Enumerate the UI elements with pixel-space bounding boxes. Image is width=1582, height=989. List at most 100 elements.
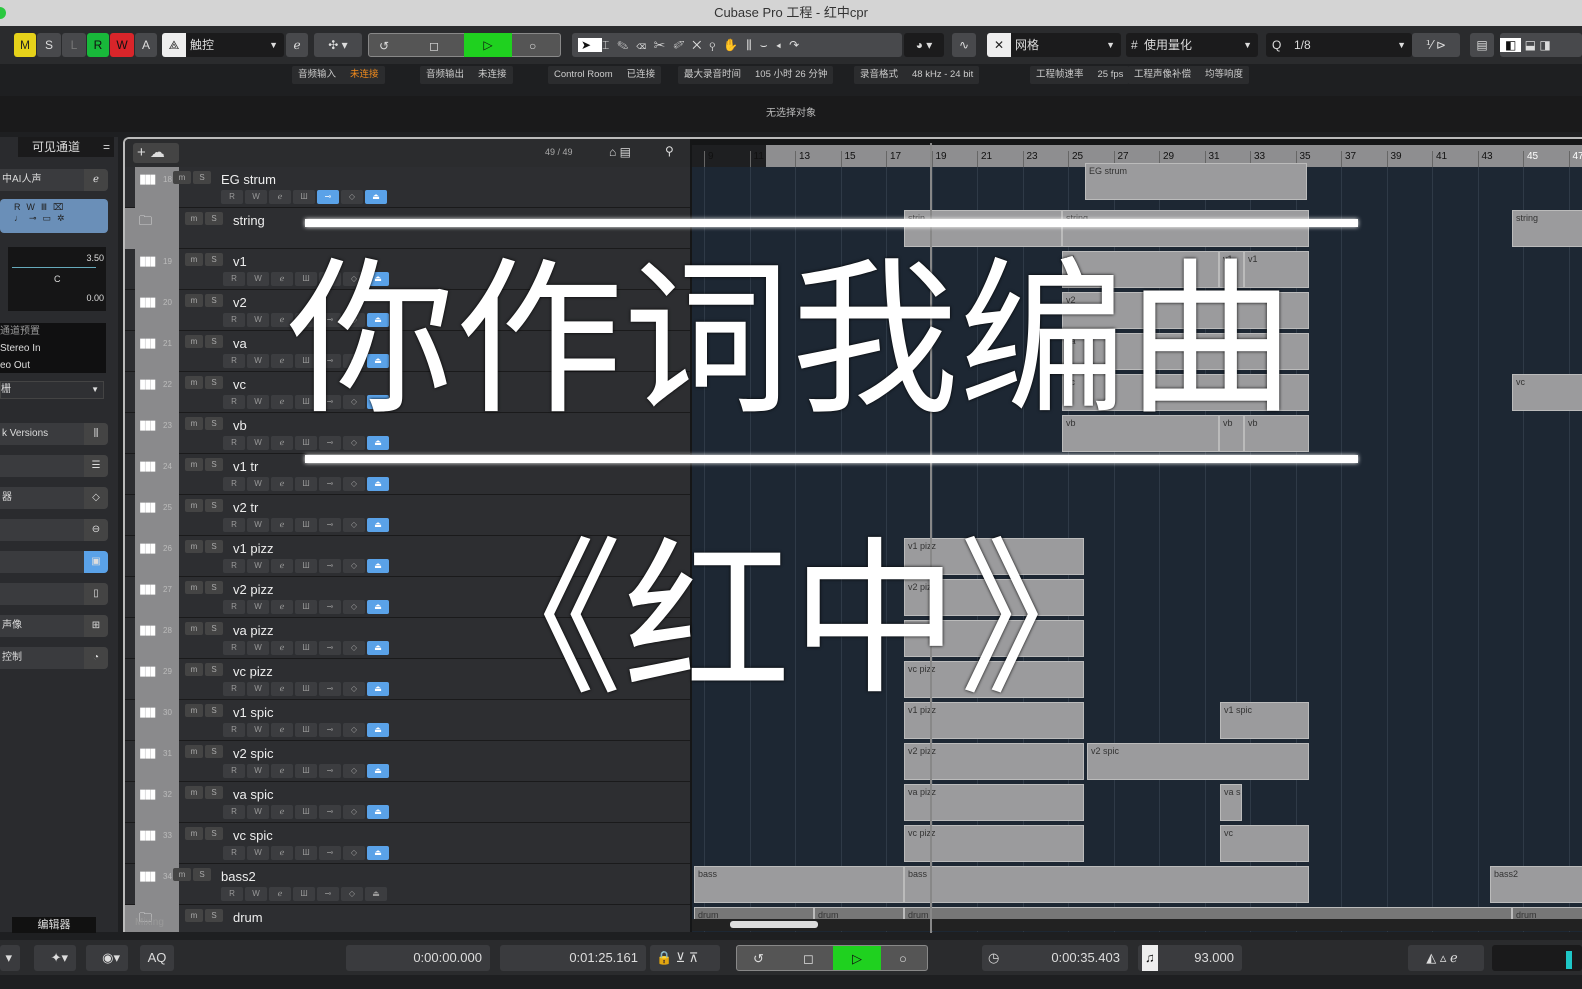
event-part[interactable]: EG strum — [1085, 163, 1307, 200]
track-control-button[interactable]: ⏏ — [367, 846, 389, 860]
track-control-button[interactable]: ◇ — [343, 436, 365, 450]
track-control-buttons[interactable]: RWⅢ⌧ ♩⊸▭✲ — [0, 199, 108, 233]
track-control-button[interactable]: Ш — [293, 190, 315, 204]
track-control-button[interactable]: W — [247, 805, 269, 819]
track-control-button[interactable]: R — [223, 477, 245, 491]
metronome-dropdown[interactable]: ◉▾ — [86, 945, 128, 971]
mute-all-button[interactable]: M — [14, 33, 36, 57]
track-control-button[interactable]: R — [223, 805, 245, 819]
track-bass2[interactable]: ▮▮▮ 34 m Sbass2 R Wℯ Ш ⊸ ◇ ⏏ — [125, 864, 690, 905]
track-va-spic[interactable]: ▮▮▮ 32 m Sva spic R Wℯ Ш ⊸ ◇ ⏏ — [125, 782, 690, 823]
track-control-button[interactable]: R — [223, 764, 245, 778]
pointer-tool-icon[interactable]: ➤ — [578, 38, 603, 52]
window-zoom-button[interactable] — [0, 7, 6, 19]
quantize-value-dropdown[interactable]: Q 1/8 ▼ — [1266, 33, 1412, 57]
event-part[interactable]: bass — [904, 866, 1309, 903]
track-control-button[interactable]: Ш — [295, 805, 317, 819]
track-control-button[interactable]: Ш — [295, 436, 317, 450]
mute-button[interactable]: m — [185, 745, 203, 758]
listen-button[interactable]: L — [62, 33, 86, 57]
mute-button[interactable]: m — [185, 458, 203, 471]
mute-button[interactable]: m — [185, 499, 203, 512]
track-control-button[interactable]: ℯ — [269, 887, 291, 901]
inspector-track-name[interactable]: 中AI人声 ℯ — [0, 169, 108, 191]
scrollbar-thumb[interactable] — [730, 921, 818, 928]
solo-button[interactable]: S — [205, 827, 223, 840]
track-control-button[interactable]: ⏏ — [367, 723, 389, 737]
section-icon[interactable]: ☰ — [84, 455, 108, 477]
track-control-button[interactable]: R — [221, 190, 243, 204]
write-automation-button[interactable]: W — [110, 33, 134, 57]
edit-icon-button[interactable]: ℯ — [286, 33, 308, 57]
solo-button[interactable]: S — [37, 33, 61, 57]
inspector-section[interactable]: ☰ — [0, 455, 108, 477]
menu-icon[interactable]: = — [103, 137, 110, 157]
automation-a-button[interactable]: A — [135, 33, 157, 57]
track-vc-spic[interactable]: ▮▮▮ 33 m Svc spic R Wℯ Ш ⊸ ◇ ⏏ — [125, 823, 690, 864]
mute-button[interactable]: m — [185, 212, 203, 225]
track-control-button[interactable]: W — [247, 723, 269, 737]
audio-dropdown[interactable]: ✦▾ — [34, 945, 76, 971]
section-icon[interactable]: ◇ — [84, 487, 108, 509]
track-control-button[interactable]: ◇ — [343, 846, 365, 860]
track-control-button[interactable]: ℯ — [269, 190, 291, 204]
read-automation-button[interactable]: R — [87, 33, 109, 57]
solo-button[interactable]: S — [205, 909, 223, 922]
track-control-button[interactable]: R — [221, 887, 243, 901]
mute-button[interactable]: m — [173, 171, 191, 184]
track-control-button[interactable]: ◇ — [343, 764, 365, 778]
track-control-button[interactable]: ℯ — [271, 723, 293, 737]
quantize-tools-button[interactable]: ⅟ ⊳ — [1412, 33, 1460, 57]
record-icon[interactable]: ○ — [899, 946, 907, 972]
event-part[interactable]: bass2 — [1490, 866, 1582, 903]
solo-button[interactable]: S — [205, 458, 223, 471]
aq-button[interactable]: AQ — [140, 945, 174, 971]
track-control-button[interactable]: ⊸ — [319, 477, 341, 491]
automation-mode-dropdown[interactable]: ⟁ 触控 ▼ — [162, 33, 284, 57]
track-control-button[interactable]: W — [247, 477, 269, 491]
track-control-button[interactable]: ℯ — [271, 805, 293, 819]
track-control-button[interactable]: W — [247, 846, 269, 860]
track-control-button[interactable]: ℯ — [271, 436, 293, 450]
quantize-mode-dropdown[interactable]: # 使用量化 ▼ — [1126, 33, 1258, 57]
metronome-buttons[interactable]: ◭ ▵ ℯ — [1408, 945, 1484, 971]
track-control-button[interactable]: ⏏ — [367, 764, 389, 778]
solo-button[interactable]: S — [193, 171, 211, 184]
track-control-button[interactable]: ⊸ — [319, 436, 341, 450]
track-control-button[interactable]: ⊸ — [317, 190, 339, 204]
inspector-section[interactable]: 器 ◇ — [0, 487, 108, 509]
solo-button[interactable]: S — [205, 786, 223, 799]
keyboard-icon-button[interactable]: ▤ — [1470, 33, 1494, 57]
stop-icon[interactable]: ◻ — [429, 34, 439, 58]
track-control-button[interactable]: R — [223, 846, 245, 860]
track-control-button[interactable]: ℯ — [271, 846, 293, 860]
track-control-button[interactable]: ⏏ — [367, 477, 389, 491]
track-drum[interactable]: 🗀 m Sdrum — [125, 905, 690, 932]
track-visibility-icons[interactable]: ⌂ ▤ — [609, 145, 631, 159]
track-control-button[interactable]: ⊸ — [319, 764, 341, 778]
track-EG-strum[interactable]: ▮▮▮ 18 m S EG strum R Wℯ Ш ⊸ ◇ ⏏ — [125, 167, 690, 208]
track-control-button[interactable]: ◇ — [341, 887, 363, 901]
track-control-button[interactable]: ⊸ — [319, 805, 341, 819]
constrain-delay-button[interactable]: ✣ ▾ — [314, 33, 362, 57]
track-control-button[interactable]: ◇ — [343, 805, 365, 819]
track-control-button[interactable]: ⏏ — [367, 436, 389, 450]
event-part[interactable]: v2 spic — [1087, 743, 1309, 780]
track-control-button[interactable]: Ш — [295, 764, 317, 778]
mute-button[interactable]: m — [173, 868, 191, 881]
snap-type-dropdown[interactable]: ✕ 网格 ▼ — [987, 33, 1121, 57]
left-zone-icon[interactable]: ◧ — [1500, 38, 1522, 52]
solo-button[interactable]: S — [205, 745, 223, 758]
event-part[interactable]: bass — [694, 866, 904, 903]
track-control-button[interactable]: W — [245, 190, 267, 204]
edit-instrument-icon[interactable]: ℯ — [84, 169, 108, 191]
track-control-button[interactable]: ⊸ — [319, 846, 341, 860]
primary-time-display[interactable]: ◷ 0:00:35.403 — [982, 945, 1128, 971]
track-control-button[interactable]: Ш — [293, 887, 315, 901]
track-control-button[interactable]: W — [247, 436, 269, 450]
mute-button[interactable]: m — [185, 909, 203, 922]
track-control-button[interactable]: R — [223, 436, 245, 450]
horizontal-scrollbar[interactable] — [692, 919, 1582, 931]
mute-button[interactable]: m — [185, 827, 203, 840]
solo-button[interactable]: S — [205, 212, 223, 225]
